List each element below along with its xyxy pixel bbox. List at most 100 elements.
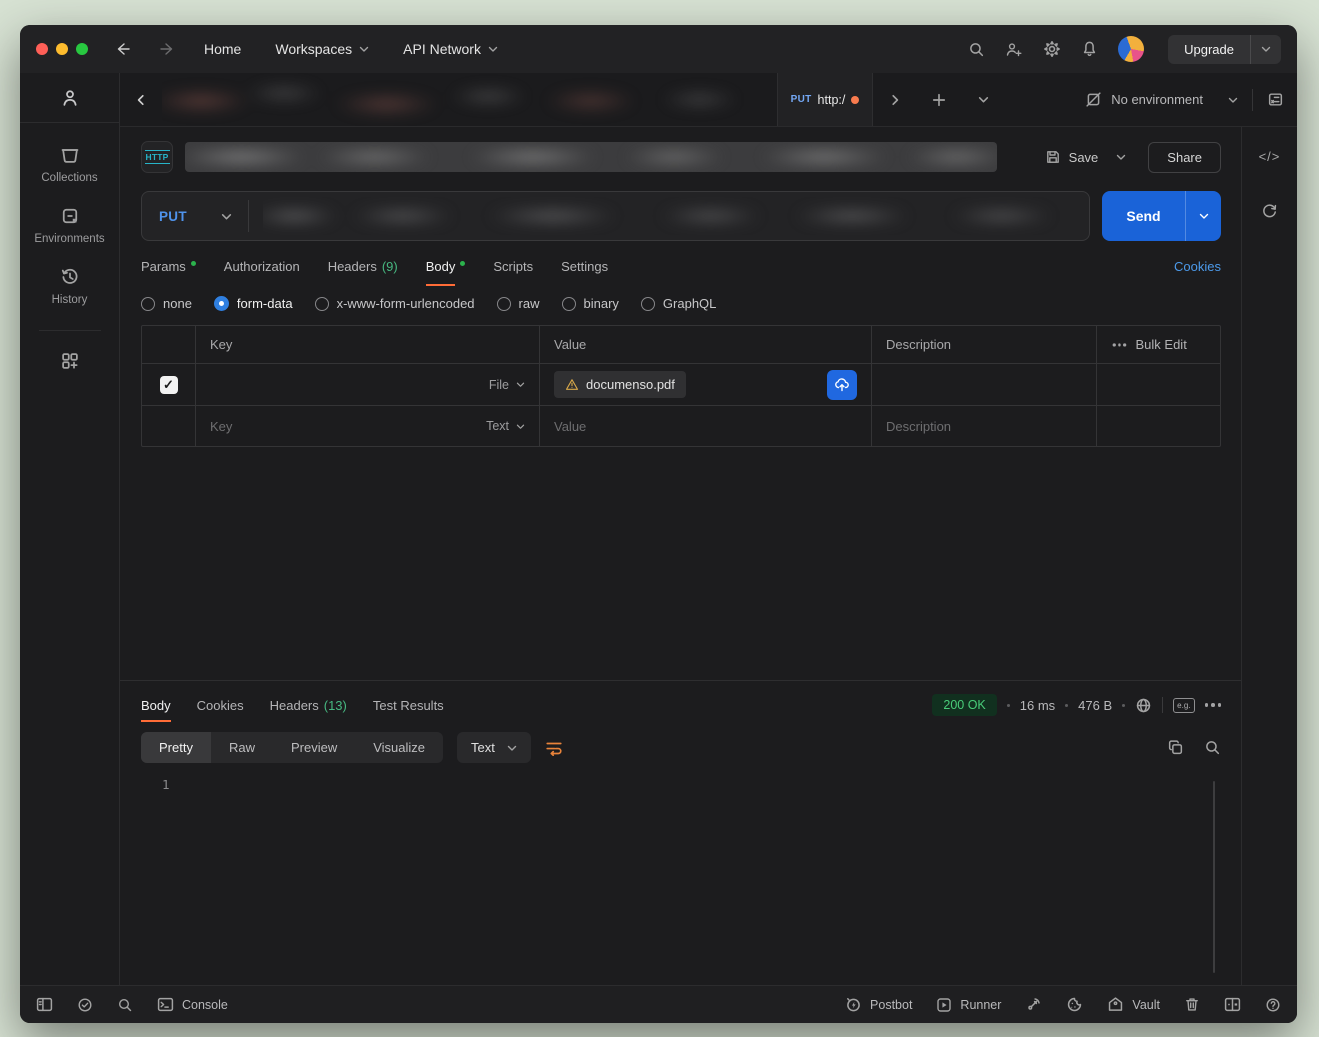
sidebar-account-icon[interactable] (20, 73, 119, 123)
refresh-sync-icon[interactable] (1261, 202, 1278, 219)
body-mode-raw[interactable]: raw (497, 296, 540, 311)
view-raw[interactable]: Raw (211, 732, 273, 763)
upgrade-menu-button[interactable] (1250, 35, 1281, 64)
cookie-icon (1066, 996, 1083, 1013)
value-input[interactable]: Value (540, 406, 872, 446)
tab-headers[interactable]: Headers(9) (328, 259, 398, 274)
copy-response-icon[interactable] (1167, 739, 1184, 756)
bulk-edit-button[interactable]: Bulk Edit (1097, 326, 1220, 363)
capture-requests-button[interactable] (1025, 996, 1042, 1013)
sidebar-configure-panes-button[interactable] (60, 351, 80, 371)
nav-workspaces[interactable]: Workspaces (275, 41, 369, 57)
nav-api-network-label: API Network (403, 41, 481, 57)
save-options-button[interactable] (1108, 147, 1134, 167)
row-checkbox-checked[interactable]: ✓ (160, 376, 178, 394)
tab-body[interactable]: Body (426, 259, 466, 274)
help-button[interactable] (1265, 997, 1281, 1013)
redacted-request-name[interactable] (185, 142, 997, 172)
sidebar-item-collections[interactable]: Collections (41, 145, 97, 184)
close-window-button[interactable] (36, 43, 48, 55)
notifications-bell-icon[interactable] (1081, 40, 1098, 58)
response-tab-test-results[interactable]: Test Results (373, 698, 444, 713)
row-type-selector[interactable]: File (489, 378, 525, 392)
find-replace-button[interactable] (117, 997, 133, 1013)
status-check-button[interactable] (77, 997, 93, 1013)
body-mode-x-www-form-urlencoded[interactable]: x-www-form-urlencoded (315, 296, 475, 311)
sidebar-item-history[interactable]: History (52, 267, 88, 306)
radio-label: GraphQL (663, 296, 716, 311)
scroll-tabs-right-button[interactable] (873, 73, 917, 126)
response-format-selector[interactable]: Text (457, 732, 531, 763)
network-globe-icon[interactable] (1135, 697, 1152, 714)
history-clock-icon (60, 267, 80, 287)
body-mode-graphql[interactable]: GraphQL (641, 296, 716, 311)
sidebar-item-environments[interactable]: Environments (34, 206, 104, 245)
minimize-window-button[interactable] (56, 43, 68, 55)
upgrade-button[interactable]: Upgrade (1168, 35, 1250, 64)
line-number: 1 (162, 777, 170, 792)
environment-quick-look-button[interactable] (1253, 73, 1297, 126)
view-preview[interactable]: Preview (273, 732, 355, 763)
response-tab-body[interactable]: Body (141, 698, 171, 713)
body-mode-none[interactable]: none (141, 296, 192, 311)
view-visualize[interactable]: Visualize (355, 732, 443, 763)
cookies-button[interactable] (1066, 996, 1083, 1013)
forward-icon[interactable] (158, 41, 176, 57)
file-chip[interactable]: documenso.pdf (554, 371, 686, 398)
tab-options-button[interactable] (961, 73, 1005, 126)
tab-params[interactable]: Params (141, 259, 196, 274)
vault-button[interactable]: Vault (1107, 996, 1160, 1013)
invite-user-icon[interactable] (1005, 41, 1023, 58)
send-options-button[interactable] (1185, 191, 1221, 241)
nav-api-network[interactable]: API Network (403, 41, 498, 57)
response-size[interactable]: 476 B (1078, 698, 1112, 713)
code-snippet-icon[interactable]: </> (1259, 149, 1281, 164)
settings-gear-icon[interactable] (1043, 40, 1061, 58)
redacted-url-input[interactable] (263, 197, 1075, 235)
zoom-window-button[interactable] (76, 43, 88, 55)
status-badge[interactable]: 200 OK (932, 694, 996, 716)
type-label: Text (486, 419, 509, 433)
wrap-lines-button[interactable] (545, 740, 563, 756)
response-scrollbar[interactable] (1213, 781, 1215, 973)
tab-settings[interactable]: Settings (561, 259, 608, 274)
runner-button[interactable]: Runner (936, 997, 1001, 1013)
tab-label: Params (141, 259, 186, 274)
row-type-selector[interactable]: Text (486, 419, 525, 433)
scroll-tabs-left-button[interactable] (120, 73, 162, 126)
save-as-example-icon[interactable]: e.g. (1173, 698, 1194, 713)
trash-button[interactable] (1184, 996, 1200, 1013)
response-time[interactable]: 16 ms (1020, 698, 1055, 713)
method-selector[interactable]: PUT (142, 209, 248, 224)
send-button[interactable]: Send (1102, 191, 1185, 241)
radio-label: none (163, 296, 192, 311)
body-mode-form-data[interactable]: form-data (214, 296, 293, 311)
search-icon[interactable] (968, 41, 985, 58)
environment-selector[interactable]: No environment (1071, 73, 1252, 126)
nav-home[interactable]: Home (204, 41, 241, 57)
cookies-link[interactable]: Cookies (1174, 259, 1221, 274)
save-button[interactable]: Save (1035, 143, 1109, 171)
active-request-tab[interactable]: PUT http:/ (777, 73, 873, 126)
response-tab-headers[interactable]: Headers(13) (270, 698, 347, 713)
view-pretty[interactable]: Pretty (141, 732, 211, 763)
redacted-request-tabs[interactable] (162, 73, 777, 126)
postbot-button[interactable]: Postbot (845, 996, 912, 1013)
back-icon[interactable] (114, 41, 132, 57)
key-input[interactable]: Key Text (196, 406, 540, 446)
user-avatar[interactable] (1118, 36, 1144, 62)
tab-scripts[interactable]: Scripts (493, 259, 533, 274)
response-options-button[interactable] (1205, 703, 1222, 707)
response-tab-cookies[interactable]: Cookies (197, 698, 244, 713)
console-button[interactable]: Console (157, 997, 228, 1012)
share-button[interactable]: Share (1148, 142, 1221, 173)
description-input[interactable]: Description (872, 406, 1097, 446)
body-mode-binary[interactable]: binary (562, 296, 619, 311)
upload-file-button[interactable] (827, 370, 857, 400)
two-pane-view-button[interactable] (1224, 997, 1241, 1012)
tab-authorization[interactable]: Authorization (224, 259, 300, 274)
response-body-editor[interactable]: 1 (120, 771, 1241, 985)
toggle-sidebar-button[interactable] (36, 997, 53, 1012)
search-response-icon[interactable] (1204, 739, 1221, 756)
new-tab-button[interactable] (917, 73, 961, 126)
